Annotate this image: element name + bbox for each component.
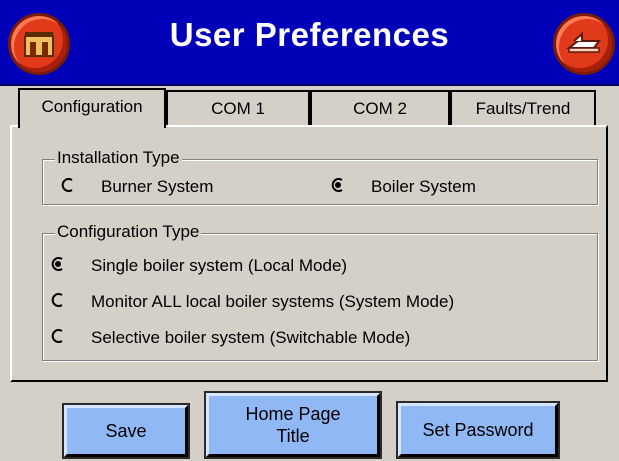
back-icon — [566, 31, 601, 53]
radio-unselected-icon[interactable] — [51, 293, 65, 307]
tab-com2[interactable]: COM 2 — [310, 90, 450, 126]
tab-faults-trend[interactable]: Faults/Trend — [450, 90, 596, 126]
set-password-button[interactable]: Set Password — [396, 401, 560, 459]
configuration-panel: Installation Type Burner System Boiler S… — [10, 125, 608, 382]
radio-label: Selective boiler system (Switchable Mode… — [91, 328, 411, 347]
installation-type-legend: Installation Type — [55, 148, 182, 168]
radio-selected-icon[interactable] — [331, 178, 345, 192]
configuration-type-group: Configuration Type Single boiler system … — [42, 222, 598, 361]
radio-label: Boiler System — [371, 177, 476, 196]
installation-type-group: Installation Type Burner System Boiler S… — [42, 148, 598, 205]
home-page-title-line1: Home Page — [245, 404, 341, 424]
save-button-label: Save — [105, 421, 147, 441]
back-button[interactable] — [553, 13, 615, 75]
home-page-title-line2: Title — [276, 426, 310, 446]
configuration-type-legend: Configuration Type — [55, 222, 202, 242]
radio-label: Single boiler system (Local Mode) — [91, 256, 348, 275]
tab-com1[interactable]: COM 1 — [166, 90, 310, 126]
tab-configuration[interactable]: Configuration — [18, 88, 166, 128]
page-title: User Preferences — [169, 16, 450, 53]
radio-selected-icon[interactable] — [51, 257, 65, 271]
radio-unselected-icon[interactable] — [61, 178, 75, 192]
radio-unselected-icon[interactable] — [51, 329, 65, 343]
set-password-label: Set Password — [422, 420, 534, 440]
home-page-title-button[interactable]: Home Page Title — [204, 391, 382, 459]
title-bar: User Preferences — [0, 0, 619, 86]
radio-label: Monitor ALL local boiler systems (System… — [91, 292, 455, 311]
save-button[interactable]: Save — [62, 403, 190, 459]
radio-label: Burner System — [101, 177, 214, 196]
